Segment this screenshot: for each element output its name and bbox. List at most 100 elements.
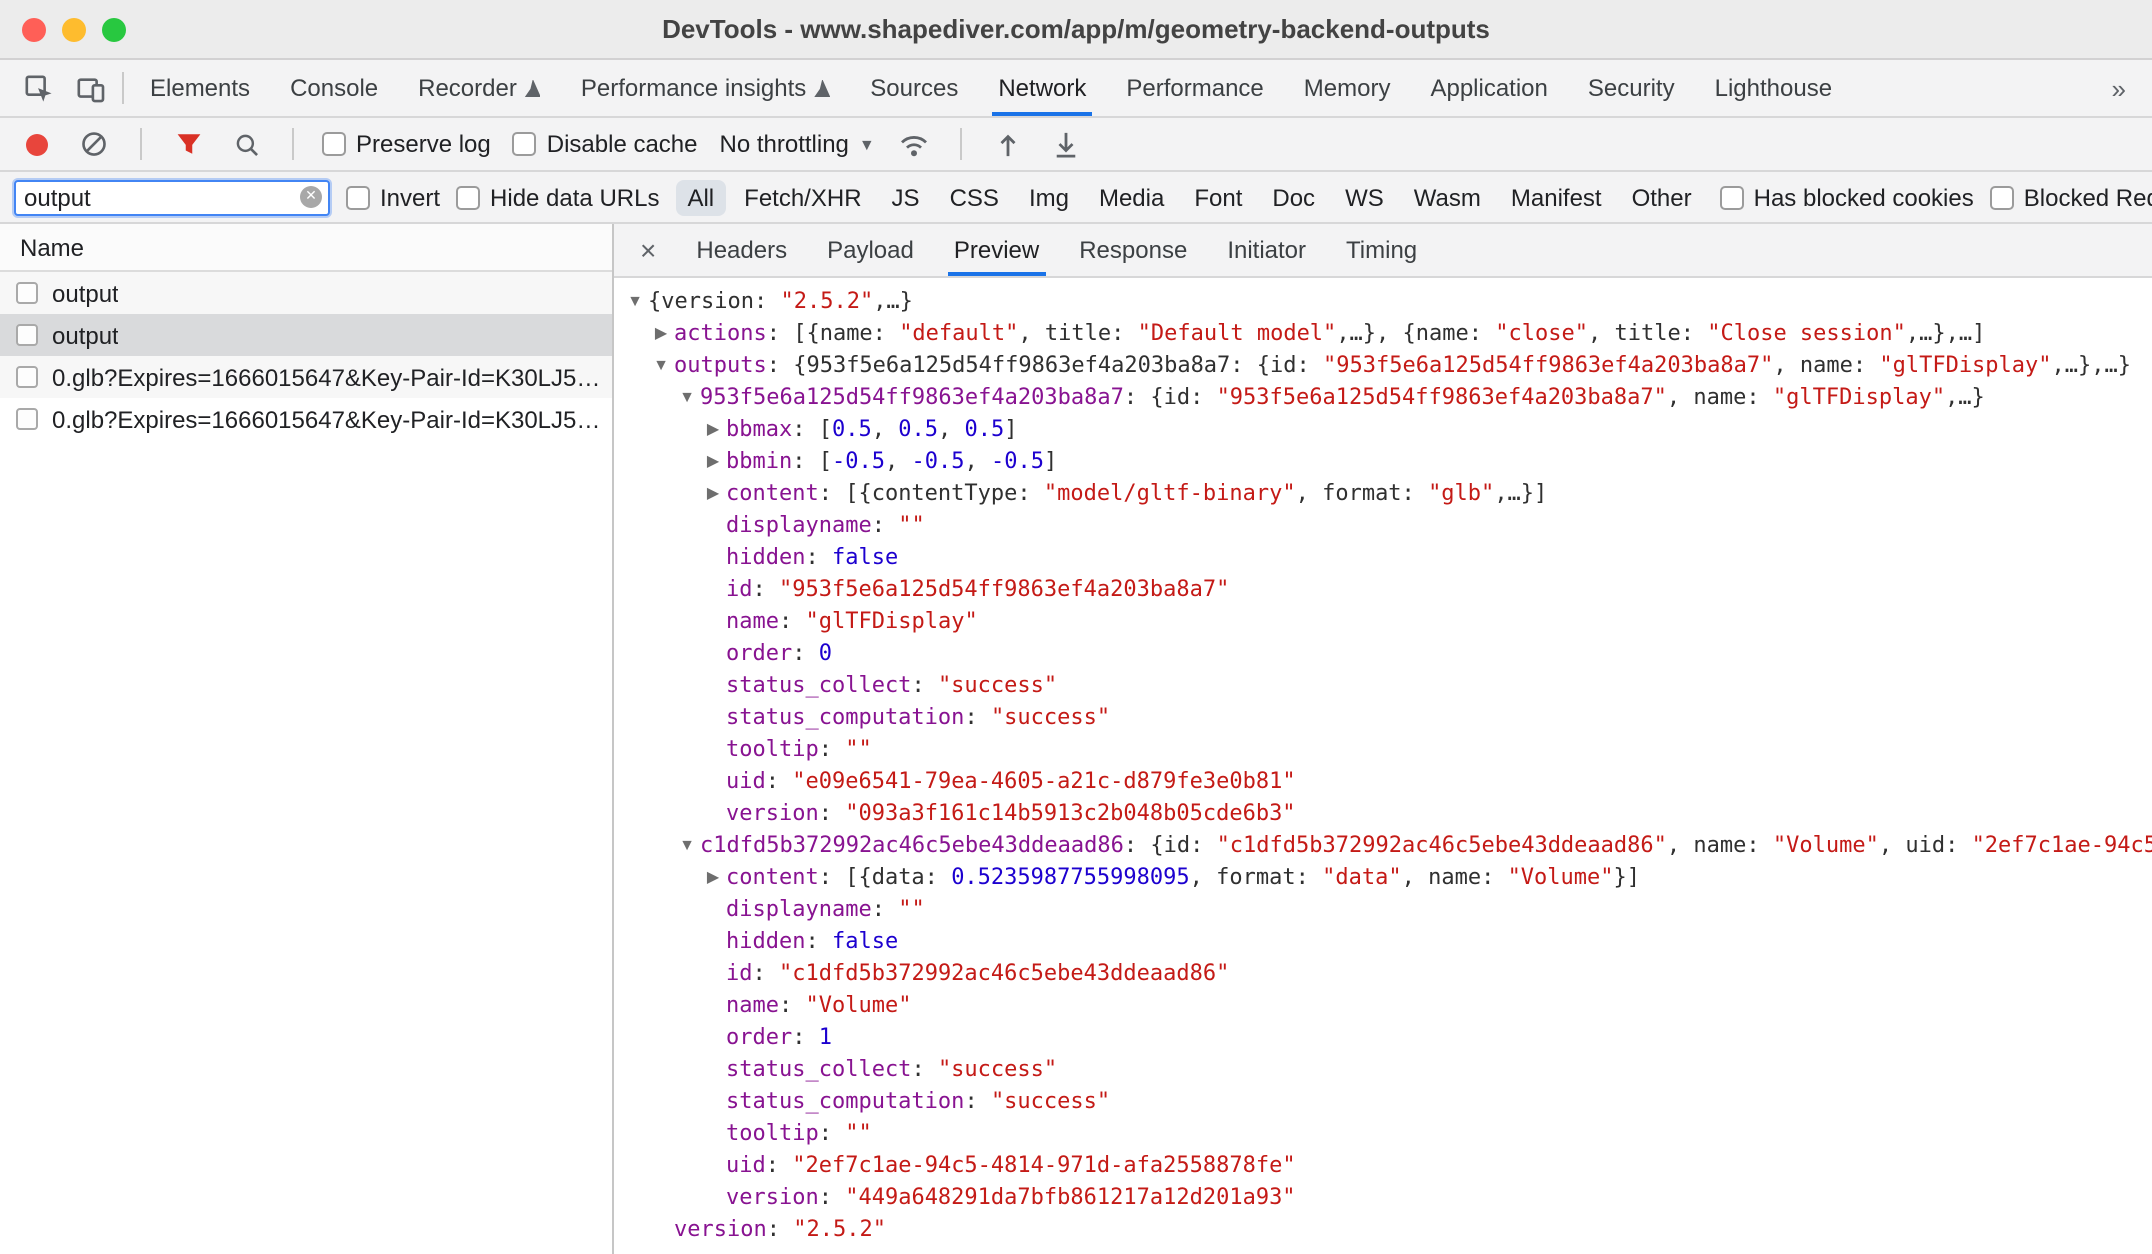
json-string-value: "2ef7c1ae-94c5-4814-971d-afa2558878fe" [792,1152,1295,1178]
json-punctuation: : [806,544,833,570]
expand-arrow-icon[interactable]: ▶ [700,446,726,478]
tree-line[interactable]: ▶content: [{contentType: "model/gltf-bin… [614,478,2152,510]
tree-line: displayname: "" [614,894,2152,926]
resource-type-filter[interactable]: JS [880,179,932,215]
collapse-arrow-icon[interactable]: ▼ [648,350,674,382]
panel-tab[interactable]: Security [1568,60,1695,116]
json-punctuation: , [938,416,965,442]
resource-type-filter[interactable]: Font [1182,179,1254,215]
panel-tab[interactable]: Memory [1284,60,1411,116]
resource-type-filter[interactable]: Fetch/XHR [732,179,873,215]
network-conditions-icon[interactable] [897,126,933,162]
resource-type-filter[interactable]: Other [1620,179,1704,215]
name-column-header[interactable]: Name [0,224,612,272]
collapse-arrow-icon[interactable]: ▼ [622,286,648,318]
resource-type-filter[interactable]: CSS [938,179,1011,215]
request-row[interactable]: 0.glb?Expires=1666015647&Key-Pair-Id=K30… [0,356,612,398]
resource-type-filter[interactable]: Wasm [1402,179,1493,215]
detail-tab[interactable]: Timing [1326,224,1437,276]
minimize-window-button[interactable] [62,17,86,41]
panel-tab[interactable]: Console [270,60,398,116]
resource-type-filter[interactable]: Img [1017,179,1081,215]
json-punctuation: : {953f5e6a125d54ff9863ef4a203ba8a7: {id… [767,352,1323,378]
detail-tab[interactable]: Initiator [1207,224,1326,276]
resource-type-filter[interactable]: All [675,179,726,215]
window-title: DevTools - www.shapediver.com/app/m/geom… [0,14,2152,44]
resource-type-filter[interactable]: WS [1333,179,1396,215]
panel-tab[interactable]: Performance insights [561,60,850,116]
inspect-element-icon[interactable] [12,60,64,116]
resource-type-label: Font [1194,183,1242,211]
json-string-value: "Default model" [1138,320,1337,346]
panel-tab[interactable]: Elements [130,60,270,116]
detail-tab[interactable]: Payload [807,224,934,276]
panel-tab[interactable]: Sources [850,60,978,116]
collapse-arrow-icon[interactable]: ▼ [674,830,700,862]
resource-type-filter[interactable]: Media [1087,179,1176,215]
json-punctuation: : [911,1056,938,1082]
json-string-value: "success" [938,672,1057,698]
detail-tab[interactable]: Response [1059,224,1207,276]
close-window-button[interactable] [22,17,46,41]
json-string-value: "data" [1322,864,1402,890]
disable-cache-checkbox[interactable]: Disable cache [513,130,698,158]
filter-toggle-icon[interactable] [170,126,206,162]
device-toolbar-icon[interactable] [64,60,116,116]
panel-tab-label: Elements [150,74,250,102]
collapse-arrow-icon[interactable]: ▼ [674,382,700,414]
detail-tab-label: Payload [827,236,914,264]
json-string-value: "" [898,512,925,538]
hide-data-urls-checkbox[interactable]: Hide data URLs [456,183,659,211]
request-detail-panel: × Headers Payload Preview Response Initi… [614,224,2152,1254]
tree-line[interactable]: ▶bbmin: [-0.5, -0.5, -0.5] [614,446,2152,478]
more-tabs-button[interactable]: » [2086,73,2152,103]
request-name: output [52,279,119,307]
close-detail-button[interactable]: × [614,224,676,276]
resource-type-filter[interactable]: Doc [1260,179,1327,215]
detail-tab[interactable]: Headers [676,224,807,276]
search-icon[interactable] [228,126,264,162]
json-string-value: "953f5e6a125d54ff9863ef4a203ba8a7" [1217,384,1667,410]
tree-line: name: "Volume" [614,990,2152,1022]
detail-tab[interactable]: Preview [934,224,1059,276]
clear-filter-icon[interactable]: ✕ [300,186,322,208]
filter-input[interactable] [16,183,288,211]
panel-tab[interactable]: Recorder [398,60,561,116]
json-punctuation: }] [1614,864,1641,890]
expand-arrow-icon[interactable]: ▶ [700,478,726,510]
export-har-icon[interactable] [1049,126,1085,162]
has-blocked-cookies-checkbox[interactable]: Has blocked cookies [1720,183,1974,211]
invert-checkbox[interactable]: Invert [346,183,440,211]
tree-line[interactable]: ▶bbmax: [0.5, 0.5, 0.5] [614,414,2152,446]
panel-tab[interactable]: Network [978,60,1106,116]
request-row[interactable]: output [0,314,612,356]
json-punctuation: : [766,768,793,794]
json-string-value: "2.5.2" [793,1216,886,1242]
panel-tab[interactable]: Application [1410,60,1567,116]
maximize-window-button[interactable] [102,17,126,41]
blocked-requests-checkbox[interactable]: Blocked Requests [1990,183,2152,211]
panel-tab[interactable]: Performance [1106,60,1283,116]
json-key: c1dfd5b372992ac46c5ebe43ddeaad86 [700,832,1124,858]
json-string-value: "Close session" [1707,320,1906,346]
tree-line[interactable]: ▶content: [{data: 0.5235987755998095, fo… [614,862,2152,894]
clear-network-log-button[interactable] [76,126,112,162]
request-row[interactable]: output [0,272,612,314]
panel-tab-label: Security [1588,74,1675,102]
expand-arrow-icon[interactable]: ▶ [700,862,726,894]
expand-arrow-icon[interactable]: ▶ [648,318,674,350]
import-har-icon[interactable] [991,126,1027,162]
tree-line[interactable]: ▼{version: "2.5.2",…} [614,286,2152,318]
preserve-log-checkbox[interactable]: Preserve log [322,130,491,158]
panel-tab[interactable]: Lighthouse [1695,60,1852,116]
expand-arrow-icon[interactable]: ▶ [700,414,726,446]
json-punctuation: : {id: [1124,832,1217,858]
tree-line[interactable]: ▼outputs: {953f5e6a125d54ff9863ef4a203ba… [614,350,2152,382]
tree-line[interactable]: ▶actions: [{name: "default", title: "Def… [614,318,2152,350]
request-row[interactable]: 0.glb?Expires=1666015647&Key-Pair-Id=K30… [0,398,612,440]
resource-type-filter[interactable]: Manifest [1499,179,1614,215]
tree-line[interactable]: ▼c1dfd5b372992ac46c5ebe43ddeaad86: {id: … [614,830,2152,862]
record-network-log-button[interactable] [18,126,54,162]
throttling-dropdown[interactable]: No throttling ▼ [720,130,875,158]
tree-line[interactable]: ▼953f5e6a125d54ff9863ef4a203ba8a7: {id: … [614,382,2152,414]
